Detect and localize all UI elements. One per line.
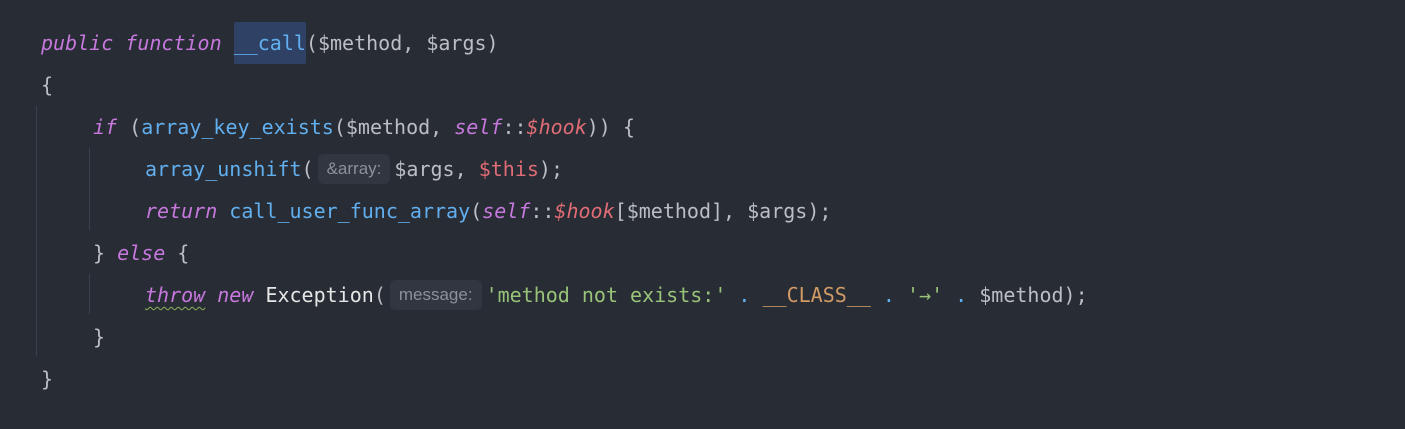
code-line-8[interactable]: } xyxy=(41,316,1088,358)
call-array-key-exists: array_key_exists xyxy=(141,115,334,139)
close-brace: } xyxy=(41,367,54,391)
code-editor[interactable]: public function __call($method, $args) {… xyxy=(0,0,1405,429)
code-line-9[interactable]: } xyxy=(41,358,1088,400)
var-this: $this xyxy=(478,157,539,181)
code-line-6[interactable]: } else { xyxy=(41,232,1088,274)
keyword-throw-warning[interactable]: throw xyxy=(145,283,205,307)
code-line-4[interactable]: array_unshift(&array: $args, $this); xyxy=(41,148,1088,190)
double-colon: :: xyxy=(530,199,555,223)
concat-operator: . xyxy=(870,283,908,307)
keyword-public: public xyxy=(41,31,114,55)
static-hook: $hook xyxy=(554,199,615,223)
keyword-new: new xyxy=(217,283,254,307)
call-array-unshift: array_unshift xyxy=(145,157,302,181)
if-open-paren: ( xyxy=(117,115,142,139)
concat-operator: . xyxy=(726,283,763,307)
code-line-2[interactable]: { xyxy=(41,64,1088,106)
class-exception: Exception xyxy=(265,283,374,307)
if-close: )) { xyxy=(586,115,635,139)
keyword-if: if xyxy=(93,115,118,139)
keyword-return: return xyxy=(145,199,218,223)
code-line-3[interactable]: if (array_key_exists($method, self::$hoo… xyxy=(41,106,1088,148)
string-method-not-exists: 'method not exists:' xyxy=(485,283,727,307)
function-params: ($method, $args) xyxy=(305,31,499,55)
call-user-func-array: call_user_func_array xyxy=(229,199,471,223)
var-args: $args, xyxy=(394,157,479,181)
code-line-1[interactable]: public function __call($method, $args) xyxy=(41,22,1088,64)
keyword-function: function xyxy=(125,31,222,55)
open-paren: ( xyxy=(373,283,386,307)
keyword-self: self xyxy=(482,199,531,223)
throw-tail: $method); xyxy=(979,283,1088,307)
magic-const-class: __CLASS__ xyxy=(762,283,871,307)
double-colon: :: xyxy=(502,115,527,139)
keyword-self: self xyxy=(454,115,503,139)
parameter-hint-message: message: xyxy=(389,279,482,310)
concat-operator: . xyxy=(943,283,980,307)
keyword-else: else xyxy=(117,241,166,265)
args-method: ($method, xyxy=(333,115,455,139)
parameter-hint-array: &array: xyxy=(317,153,391,184)
string-arrow: '→' xyxy=(907,283,944,307)
close-brace: } xyxy=(93,241,118,265)
close-paren: ); xyxy=(538,157,563,181)
open-brace: { xyxy=(41,73,54,97)
code-line-5[interactable]: return call_user_func_array(self::$hook[… xyxy=(41,190,1088,232)
open-paren: ( xyxy=(470,199,483,223)
function-name-selected[interactable]: __call xyxy=(233,22,306,64)
code-content[interactable]: public function __call($method, $args) {… xyxy=(41,22,1088,400)
open-brace: { xyxy=(165,241,190,265)
static-hook: $hook xyxy=(526,115,587,139)
close-brace: } xyxy=(93,325,106,349)
return-args: [$method], $args); xyxy=(614,199,832,223)
code-line-7[interactable]: throw new Exception(message:'method not … xyxy=(41,274,1088,316)
open-paren: ( xyxy=(301,157,314,181)
indent-guide-outer xyxy=(36,106,37,356)
